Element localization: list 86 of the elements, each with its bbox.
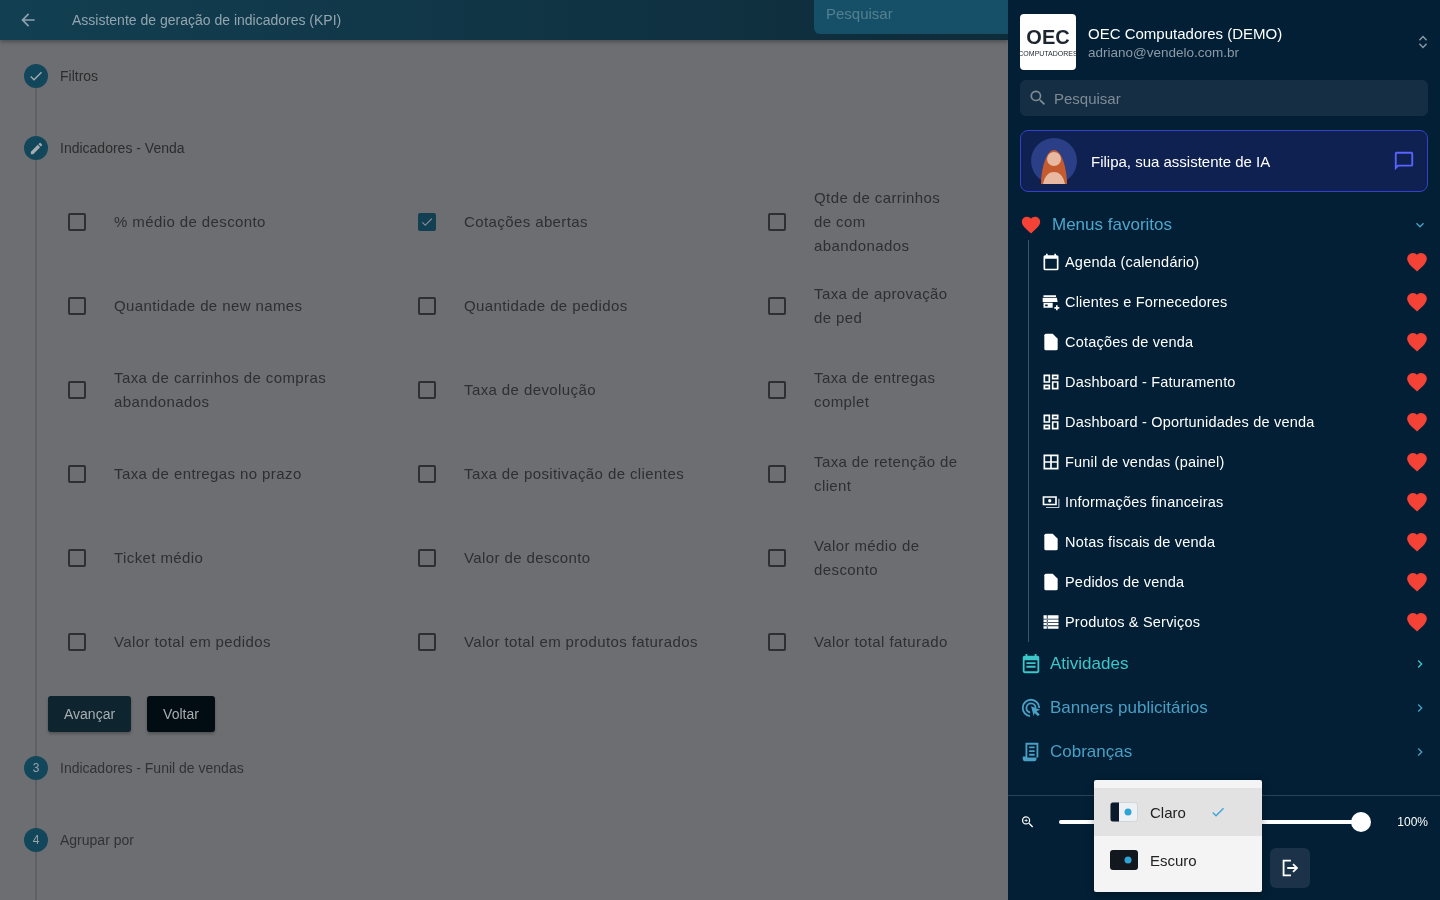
checkbox[interactable]: [68, 549, 86, 567]
favorite-menu-item[interactable]: Dashboard - Faturamento: [1029, 362, 1428, 402]
heart-icon[interactable]: [1406, 371, 1428, 393]
checkbox[interactable]: [68, 633, 86, 651]
checkbox-label: Cotações abertas: [464, 212, 588, 232]
step-number: 3: [24, 756, 48, 780]
favorite-menu-item[interactable]: Pedidos de venda: [1029, 562, 1428, 602]
checkbox[interactable]: [68, 465, 86, 483]
chat-icon[interactable]: [1393, 150, 1415, 172]
checkbox[interactable]: [418, 297, 436, 315]
heart-icon[interactable]: [1406, 491, 1428, 513]
checkbox-label: Valor total em produtos faturados: [464, 632, 698, 652]
avatar: [1031, 138, 1077, 184]
heart-icon[interactable]: [1406, 451, 1428, 473]
checkbox-label: Valor de desconto: [464, 548, 591, 568]
assistant-label: Filipa, sua assistente de IA: [1091, 152, 1272, 170]
heart-icon[interactable]: [1406, 411, 1428, 433]
checkbox-label: Valor total faturado: [814, 632, 948, 652]
checkbox-label: Taxa de entregas no prazo: [114, 464, 302, 484]
checkbox[interactable]: [418, 213, 436, 231]
favorite-menu-item[interactable]: Informações financeiras: [1029, 482, 1428, 522]
user-email: adriano@vendelo.com.br: [1088, 44, 1241, 60]
heart-icon[interactable]: [1406, 571, 1428, 593]
zoom-reading: 100%: [1397, 815, 1428, 829]
heart-icon: [1020, 214, 1042, 236]
search-icon: [1028, 88, 1048, 108]
checkbox[interactable]: [768, 297, 786, 315]
checkbox[interactable]: [418, 633, 436, 651]
step-number: 4: [24, 828, 48, 852]
checkbox-label: Taxa de carrinhos de compras abandonados: [114, 368, 328, 412]
step-label: Filtros: [60, 68, 99, 84]
checkbox[interactable]: [768, 213, 786, 231]
checkbox[interactable]: [418, 381, 436, 399]
page-title: Assistente de geração de indicadores (KPI): [72, 12, 343, 28]
checkbox-label: Quantidade de pedidos: [464, 296, 628, 316]
checkbox-label: Taxa de retenção de client: [814, 452, 959, 496]
favorite-menu-item[interactable]: Dashboard - Oportunidades de venda: [1029, 402, 1428, 442]
heart-icon[interactable]: [1406, 531, 1428, 553]
checkbox-label: Taxa de devolução: [464, 380, 596, 400]
menu-section[interactable]: Cobranças: [1020, 730, 1428, 774]
favorite-menu-item[interactable]: Funil de vendas (painel): [1029, 442, 1428, 482]
heart-icon[interactable]: [1406, 291, 1428, 313]
favorite-menu-item[interactable]: Cotações de venda: [1029, 322, 1428, 362]
theme-option[interactable]: Escuro: [1094, 836, 1262, 884]
search-field[interactable]: Pesquisar: [814, 0, 1008, 34]
checkbox-label: Quantidade de new names: [114, 296, 303, 316]
checkbox-label: Taxa de entregas complet: [814, 368, 937, 412]
checkbox[interactable]: [768, 381, 786, 399]
checkbox[interactable]: [418, 465, 436, 483]
zoom-icon: [1020, 814, 1036, 830]
menu-section[interactable]: Banners publicitários: [1020, 686, 1428, 730]
checkbox-label: Valor médio de desconto: [814, 536, 921, 580]
checkbox[interactable]: [768, 549, 786, 567]
menu-section[interactable]: Atividades: [1020, 642, 1428, 686]
assistant-card[interactable]: Filipa, sua assistente de IA: [1020, 130, 1428, 192]
company-name: OEC Computadores (DEMO): [1088, 24, 1284, 42]
favorite-menu-item[interactable]: Produtos & Serviços: [1029, 602, 1428, 642]
logout-button[interactable]: [1270, 848, 1310, 888]
back-button[interactable]: Voltar: [147, 696, 215, 732]
favorite-menu-item[interactable]: Agenda (calendário): [1029, 242, 1428, 282]
next-button[interactable]: Avançar: [48, 696, 132, 732]
heart-icon[interactable]: [1406, 331, 1428, 353]
checkbox-label: Ticket médio: [114, 548, 204, 568]
slider-thumb[interactable]: [1351, 812, 1372, 832]
checkbox[interactable]: [418, 549, 436, 567]
favorites-header[interactable]: Menus favoritos: [1020, 210, 1428, 240]
theme-option[interactable]: Claro: [1094, 788, 1262, 836]
step-label: Agrupar por: [60, 832, 134, 848]
expand-collapse-icon[interactable]: [1418, 33, 1428, 51]
checkbox[interactable]: [68, 213, 86, 231]
checkbox-label: Qtde de carrinhos de com abandonados: [814, 188, 942, 256]
checkbox-label: Valor total em pedidos: [114, 632, 271, 652]
step-label: Indicadores - Venda: [60, 140, 185, 156]
checkbox-label: % médio de desconto: [114, 212, 266, 232]
heart-icon[interactable]: [1406, 611, 1428, 633]
step-label: Indicadores - Funil de vendas: [60, 760, 244, 776]
checkbox[interactable]: [768, 465, 786, 483]
heart-icon[interactable]: [1406, 251, 1428, 273]
checkbox-label: Taxa de aprovação de ped: [814, 284, 949, 328]
favorite-menu-item[interactable]: Clientes e Fornecedores: [1029, 282, 1428, 322]
checkbox[interactable]: [768, 633, 786, 651]
checkbox-label: Taxa de positivação de clientes: [464, 464, 685, 484]
checkbox[interactable]: [68, 381, 86, 399]
favorite-menu-item[interactable]: Notas fiscais de venda: [1029, 522, 1428, 562]
checkbox[interactable]: [68, 297, 86, 315]
search-field[interactable]: Pesquisar: [1020, 80, 1428, 116]
